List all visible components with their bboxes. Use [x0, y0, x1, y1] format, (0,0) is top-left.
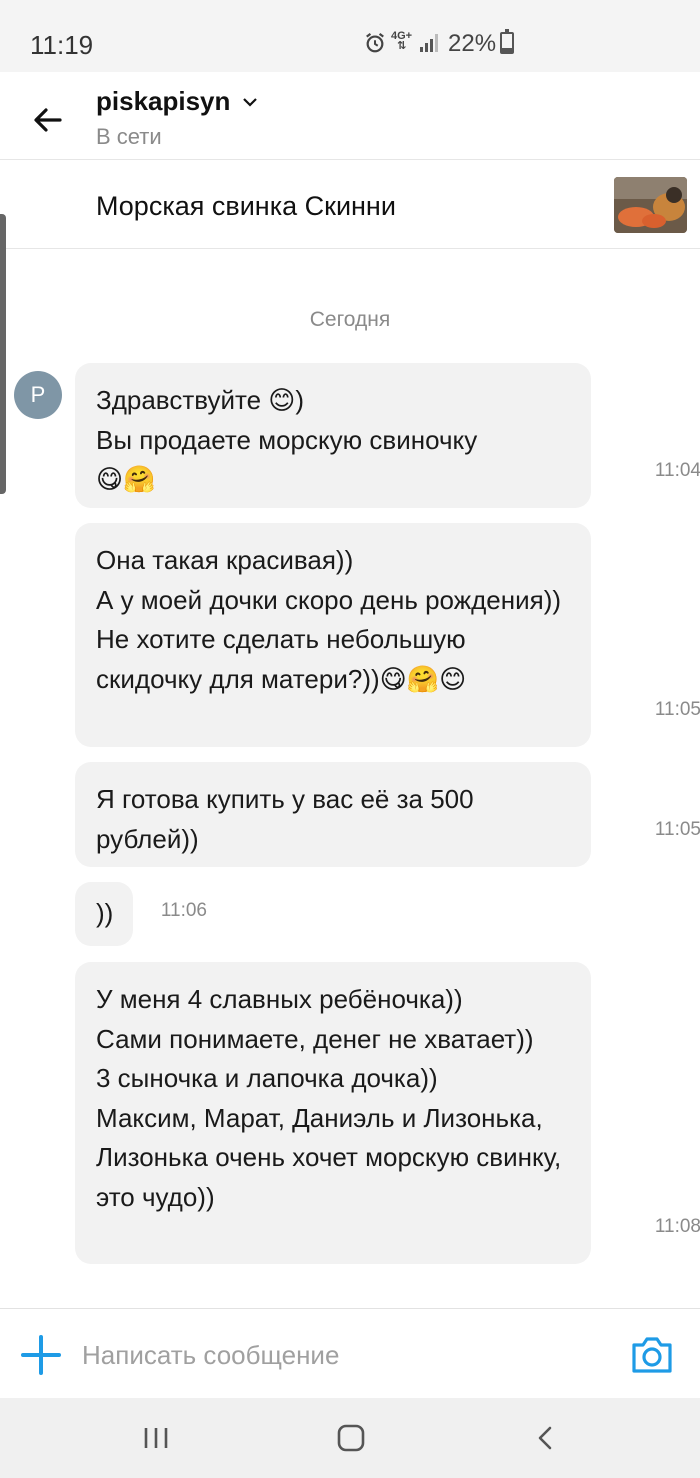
alarm-icon [366, 32, 384, 53]
listing-title[interactable]: Морская свинка Скинни [96, 191, 396, 222]
message-text: У меня 4 славных ребёночка)) Сами понима… [96, 984, 562, 1212]
system-nav-bar [0, 1398, 700, 1478]
chat-header: piskapisyn В сети [0, 72, 700, 160]
network-type: 4G+ [391, 30, 413, 42]
avatar[interactable]: P [14, 371, 62, 419]
contact-status: В сети [96, 124, 162, 149]
signal-icon [420, 34, 438, 52]
back-nav-icon[interactable] [526, 1420, 566, 1456]
message-bubble[interactable]: )) 11:06 [75, 882, 207, 946]
message-time: 11:06 [160, 899, 207, 921]
listing-bar[interactable]: Морская свинка Скинни [0, 161, 700, 249]
network-indicator: 4G+ ⇅ [391, 30, 413, 52]
message-time: 11:05 [654, 818, 700, 840]
message-time: 11:08 [654, 1215, 700, 1237]
message-bubble[interactable]: Она такая красивая)) А у моей дочки скор… [75, 523, 700, 747]
recent-apps-icon[interactable] [136, 1420, 176, 1456]
date-separator: Сегодня [309, 308, 391, 331]
message-text: )) [96, 898, 114, 928]
message-input[interactable] [82, 1333, 602, 1377]
back-arrow-icon[interactable] [28, 100, 68, 140]
message-text: Я готова купить у вас её за 500 рублей)) [96, 784, 474, 854]
battery-icon [500, 29, 514, 54]
listing-thumbnail[interactable] [614, 177, 687, 233]
home-icon[interactable] [331, 1420, 371, 1456]
message-composer [0, 1308, 700, 1398]
message-text: Здравствуйте 😊) Вы продаете морскую свин… [96, 385, 478, 494]
message-bubble[interactable]: Здравствуйте 😊) Вы продаете морскую свин… [75, 363, 700, 508]
message-bubble[interactable]: Я готова купить у вас её за 500 рублей))… [75, 762, 700, 867]
message-text: Она такая красивая)) А у моей дочки скор… [96, 545, 562, 694]
camera-icon[interactable] [630, 1335, 674, 1375]
chevron-down-icon[interactable] [241, 93, 259, 111]
message-time: 11:05 [654, 698, 700, 720]
battery-fill [502, 48, 512, 52]
plus-icon[interactable] [20, 1334, 62, 1376]
contact-name[interactable]: piskapisyn [96, 86, 230, 117]
message-bubble[interactable]: У меня 4 славных ребёночка)) Сами понима… [75, 962, 700, 1264]
message-time: 11:04 [654, 459, 700, 481]
scroll-indicator[interactable] [0, 214, 6, 494]
status-time: 11:19 [30, 30, 94, 60]
status-bar: 11:19 4G+ ⇅ 22% [0, 0, 700, 72]
battery-percent: 22% [448, 30, 497, 57]
